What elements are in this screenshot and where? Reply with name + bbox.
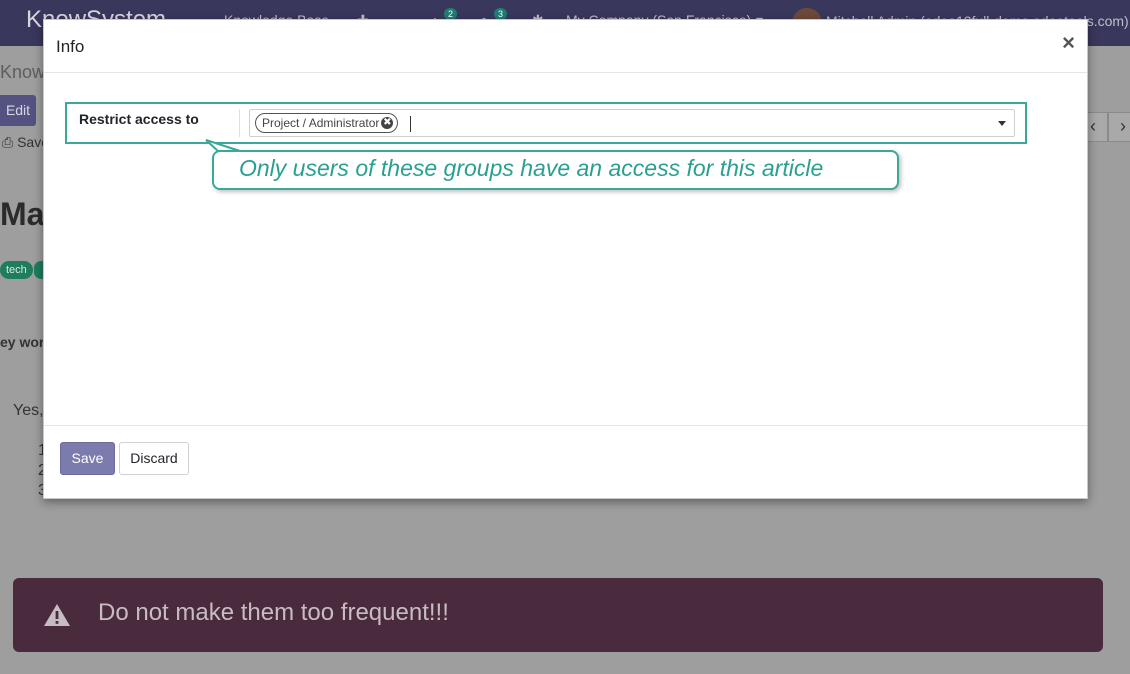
field-divider xyxy=(239,109,240,137)
info-dialog: Info × Restrict access to Project / Admi… xyxy=(43,19,1088,499)
restrict-access-label: Restrict access to xyxy=(79,111,199,127)
dialog-body: Restrict access to Project / Administrat… xyxy=(44,73,1087,425)
discard-button[interactable]: Discard xyxy=(119,442,189,475)
remove-tag-icon[interactable]: ✖ xyxy=(381,117,394,129)
groups-many2many-input[interactable]: Project / Administrator ✖ xyxy=(249,109,1015,137)
dropdown-arrow-icon[interactable] xyxy=(998,121,1006,126)
answer-text: Yes, xyxy=(13,402,44,419)
keywords-label: ey wor xyxy=(0,334,45,350)
warning-alert: Do not make them too frequent!!! xyxy=(13,578,1103,652)
pager-next-icon[interactable]: › xyxy=(1108,112,1130,142)
dialog-header: Info × xyxy=(44,20,1087,73)
restrict-access-field: Restrict access to Project / Administrat… xyxy=(65,102,1027,144)
save-link[interactable]: ⎙ Save xyxy=(2,134,49,151)
help-callout: Only users of these groups have an acces… xyxy=(212,150,899,190)
close-icon[interactable]: × xyxy=(1062,32,1075,54)
callout-text: Only users of these groups have an acces… xyxy=(239,155,824,181)
group-tag: Project / Administrator ✖ xyxy=(255,113,399,133)
edit-button[interactable]: Edit xyxy=(0,95,36,126)
alert-text: Do not make them too frequent!!! xyxy=(98,599,449,626)
dialog-title: Info xyxy=(56,37,85,56)
group-tag-label: Project / Administrator xyxy=(262,116,380,130)
dialog-footer: Save Discard xyxy=(44,425,1087,499)
save-button[interactable]: Save xyxy=(60,442,115,475)
print-icon: ⎙ xyxy=(2,134,18,150)
warning-icon xyxy=(44,604,70,626)
article-tag: tech xyxy=(0,261,33,279)
text-cursor xyxy=(410,116,411,132)
